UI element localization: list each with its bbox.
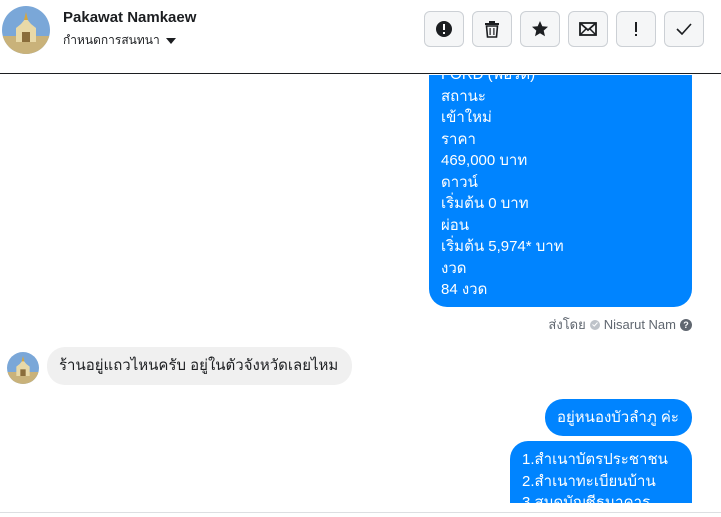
composer-divider	[0, 512, 721, 517]
outgoing-message-bubble-3[interactable]: 1.สำเนาบัตรประชาชน 2.สำเนาทะเบียนบ้าน 3.สม…	[510, 441, 692, 503]
outgoing-message-bubble-2[interactable]: อยู่หนองบัวลำภู ค่ะ	[545, 399, 692, 436]
contact-avatar[interactable]	[2, 6, 50, 54]
message-line: เริ่มต้น 5,974* บาท	[441, 238, 564, 255]
conversation-header: Pakawat Namkaew กำหนดการสนทนา	[0, 0, 721, 74]
message-line: งวด	[441, 259, 467, 277]
incoming-message-text: ร้านอยู่แถวไหนครับ อยู่ในตัวจังหวัดเลยไห…	[59, 357, 339, 374]
outgoing-message-bubble[interactable]: FORD (ฟอร์ด)สถานะเข้าใหม่ราคา 469,000 บาท…	[429, 75, 692, 307]
conversation-schedule-dropdown[interactable]: กำหนดการสนทนา	[63, 31, 176, 50]
message-line: ผ่อน	[441, 216, 470, 234]
message-line: FORD (ฟอร์ด)	[441, 75, 680, 86]
message-line: สถานะ	[441, 87, 486, 105]
message-line: ดาวน์	[441, 173, 478, 191]
done-button[interactable]	[664, 11, 704, 47]
message-line: 469,000 บาท	[441, 152, 528, 169]
delete-button[interactable]	[472, 11, 512, 47]
message-line: 2.สำเนาทะเบียนบ้าน	[522, 472, 656, 490]
exclamation-icon	[635, 22, 637, 36]
contact-name[interactable]: Pakawat Namkaew	[63, 9, 196, 26]
message-line: เริ่มต้น 0 บาท	[441, 195, 529, 212]
message-line: 84 งวด	[441, 281, 488, 298]
message-line: เข้าใหม่	[441, 109, 492, 126]
envelope-icon	[579, 22, 597, 36]
contact-avatar-small[interactable]	[7, 352, 39, 384]
trash-icon	[485, 21, 499, 38]
incoming-message-bubble[interactable]: ร้านอยู่แถวไหนครับ อยู่ในตัวจังหวัดเลยไห…	[47, 347, 352, 385]
message-line: 1.สำเนาบัตรประชาชน	[522, 451, 668, 468]
alert-circle-icon	[436, 21, 452, 37]
message-line: 3.สมุดบัญชีธนาคาร	[522, 494, 651, 503]
sender-name: Nisarut Nam	[603, 317, 676, 332]
sent-by-prefix: ส่งโดย	[548, 317, 586, 332]
star-button[interactable]	[520, 11, 560, 47]
mark-unread-button[interactable]	[568, 11, 608, 47]
caret-down-icon	[165, 37, 176, 44]
checkmark-icon	[676, 23, 692, 35]
outgoing-message-text: อยู่หนองบัวลำภู ค่ะ	[557, 409, 679, 426]
help-icon[interactable]: ?	[680, 318, 692, 331]
message-line: ราคา	[441, 130, 476, 148]
star-icon	[532, 21, 548, 37]
subtitle-label: กำหนดการสนทนา	[63, 33, 160, 47]
report-button[interactable]	[424, 11, 464, 47]
message-list[interactable]: FORD (ฟอร์ด)สถานะเข้าใหม่ราคา 469,000 บาท…	[0, 75, 721, 503]
check-circle-icon	[589, 319, 600, 330]
important-button[interactable]	[616, 11, 656, 47]
sent-by-label: ส่งโดย Nisarut Nam ?	[548, 314, 692, 335]
